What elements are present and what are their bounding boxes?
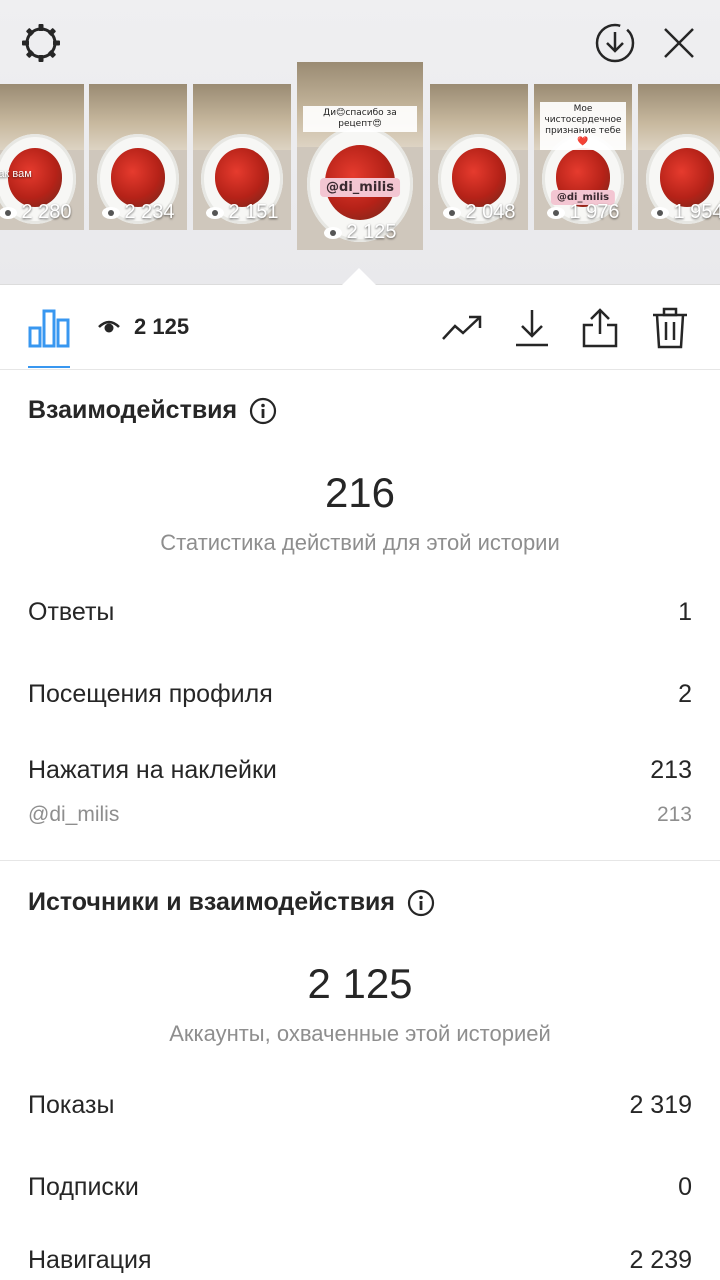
stat-label: Посещения профиля — [28, 680, 273, 708]
thumbnail-views: 2 280 — [21, 201, 72, 223]
discovery-section: Источники и взаимодействия 2 125 Аккаунт… — [0, 862, 720, 1280]
insights-toolbar: 2 125 — [0, 286, 720, 370]
story-thumbnail[interactable]: 2 234 — [89, 84, 187, 230]
stat-label: Показы — [28, 1091, 115, 1119]
eye-icon — [651, 206, 670, 219]
reach-total-label: Аккаунты, охваченные этой историей — [169, 1021, 551, 1046]
stat-row-navigation: Навигация 2 239 — [28, 1246, 692, 1275]
selection-pointer — [341, 268, 377, 286]
thumbnail-views: 2 048 — [465, 201, 516, 223]
download-button[interactable] — [510, 306, 554, 350]
share-button[interactable] — [578, 306, 622, 350]
story-thumbnail[interactable]: 2 151 — [193, 84, 291, 230]
thumbnail-views: 2 234 — [124, 201, 175, 223]
thumbnail-views: 1 954 — [673, 201, 720, 223]
eye-icon — [547, 206, 566, 219]
settings-button[interactable] — [18, 20, 64, 66]
eye-icon — [324, 226, 343, 239]
reach-total: 2 125 — [307, 960, 413, 1007]
mention-sticker: @di_milis — [320, 178, 400, 197]
download-icon — [516, 310, 548, 347]
stat-value: 2 239 — [629, 1246, 692, 1274]
stat-row-follows: Подписки 0 — [28, 1173, 692, 1202]
delete-button[interactable] — [648, 306, 692, 350]
download-circle-icon — [595, 23, 635, 63]
story-caption: Ди😊спасибо за рецепт😍 — [303, 106, 417, 132]
stat-value: 0 — [678, 1173, 692, 1201]
stat-label: Нажатия на наклейки — [28, 756, 277, 784]
save-story-button[interactable] — [592, 20, 638, 66]
tab-insights[interactable] — [28, 308, 70, 348]
stat-label: Подписки — [28, 1173, 139, 1201]
view-count: 2 125 — [134, 314, 190, 339]
eye-icon — [206, 206, 225, 219]
trash-icon — [653, 307, 687, 349]
story-thumbnails: Как вам 2 280 2 234 2 151 Ди😊спаси — [0, 62, 720, 254]
story-strip-area: Как вам 2 280 2 234 2 151 Ди😊спаси — [0, 0, 720, 286]
story-overlay-text: Как вам — [0, 168, 32, 180]
viewers-tab[interactable]: 2 125 — [98, 314, 189, 340]
info-icon[interactable] — [249, 397, 277, 425]
active-tab-indicator — [28, 366, 70, 368]
story-thumbnail[interactable]: 1 954 — [638, 84, 720, 230]
info-icon[interactable] — [407, 889, 435, 917]
stat-value: 1 — [678, 598, 692, 626]
promote-button[interactable] — [440, 306, 484, 350]
story-thumbnail[interactable]: 2 048 — [430, 84, 528, 230]
stat-value: 2 — [678, 680, 692, 708]
stat-value: 213 — [650, 756, 692, 784]
interactions-total: 216 — [324, 469, 396, 516]
eye-icon — [102, 206, 121, 219]
story-thumbnail[interactable]: Мое чистосердечное признание тебе❤️ @di_… — [534, 84, 632, 230]
interactions-total-label: Статистика действий для этой истории — [160, 530, 560, 555]
story-caption: Мое чистосердечное признание тебе❤️ — [540, 102, 626, 150]
eye-icon — [0, 206, 18, 219]
section-title: Взаимодействия — [28, 396, 238, 424]
stat-label: Навигация — [28, 1246, 152, 1274]
stat-label: Ответы — [28, 598, 115, 626]
thumbnail-views: 2 125 — [346, 221, 397, 243]
eye-icon — [443, 206, 462, 219]
stat-row-sticker-mention[interactable]: @di_milis 213 — [28, 803, 692, 827]
stat-row-sticker-taps: Нажатия на наклейки 213 — [28, 756, 692, 785]
close-icon — [664, 28, 694, 58]
interactions-section: Взаимодействия 216 Статистика действий д… — [0, 371, 720, 861]
story-thumbnail[interactable]: Как вам 2 280 — [0, 84, 84, 230]
bar-chart-icon — [28, 309, 70, 348]
eye-icon — [98, 320, 120, 333]
close-button[interactable] — [656, 20, 702, 66]
story-thumbnail-selected[interactable]: Ди😊спасибо за рецепт😍 @di_milis 2 125 — [297, 62, 423, 250]
gear-icon — [22, 24, 60, 62]
thumbnail-views: 1 976 — [569, 201, 620, 223]
share-icon — [582, 308, 618, 348]
stat-row-impressions: Показы 2 319 — [28, 1091, 692, 1120]
stat-value: 213 — [656, 803, 692, 826]
stat-row-profile-visits: Посещения профиля 2 — [28, 680, 692, 709]
stat-label: @di_milis — [28, 803, 120, 826]
section-title: Источники и взаимодействия — [28, 888, 396, 916]
trend-icon — [442, 315, 482, 340]
thumbnail-views: 2 151 — [228, 201, 279, 223]
stat-row-replies: Ответы 1 — [28, 598, 692, 627]
stat-value: 2 319 — [629, 1091, 692, 1119]
